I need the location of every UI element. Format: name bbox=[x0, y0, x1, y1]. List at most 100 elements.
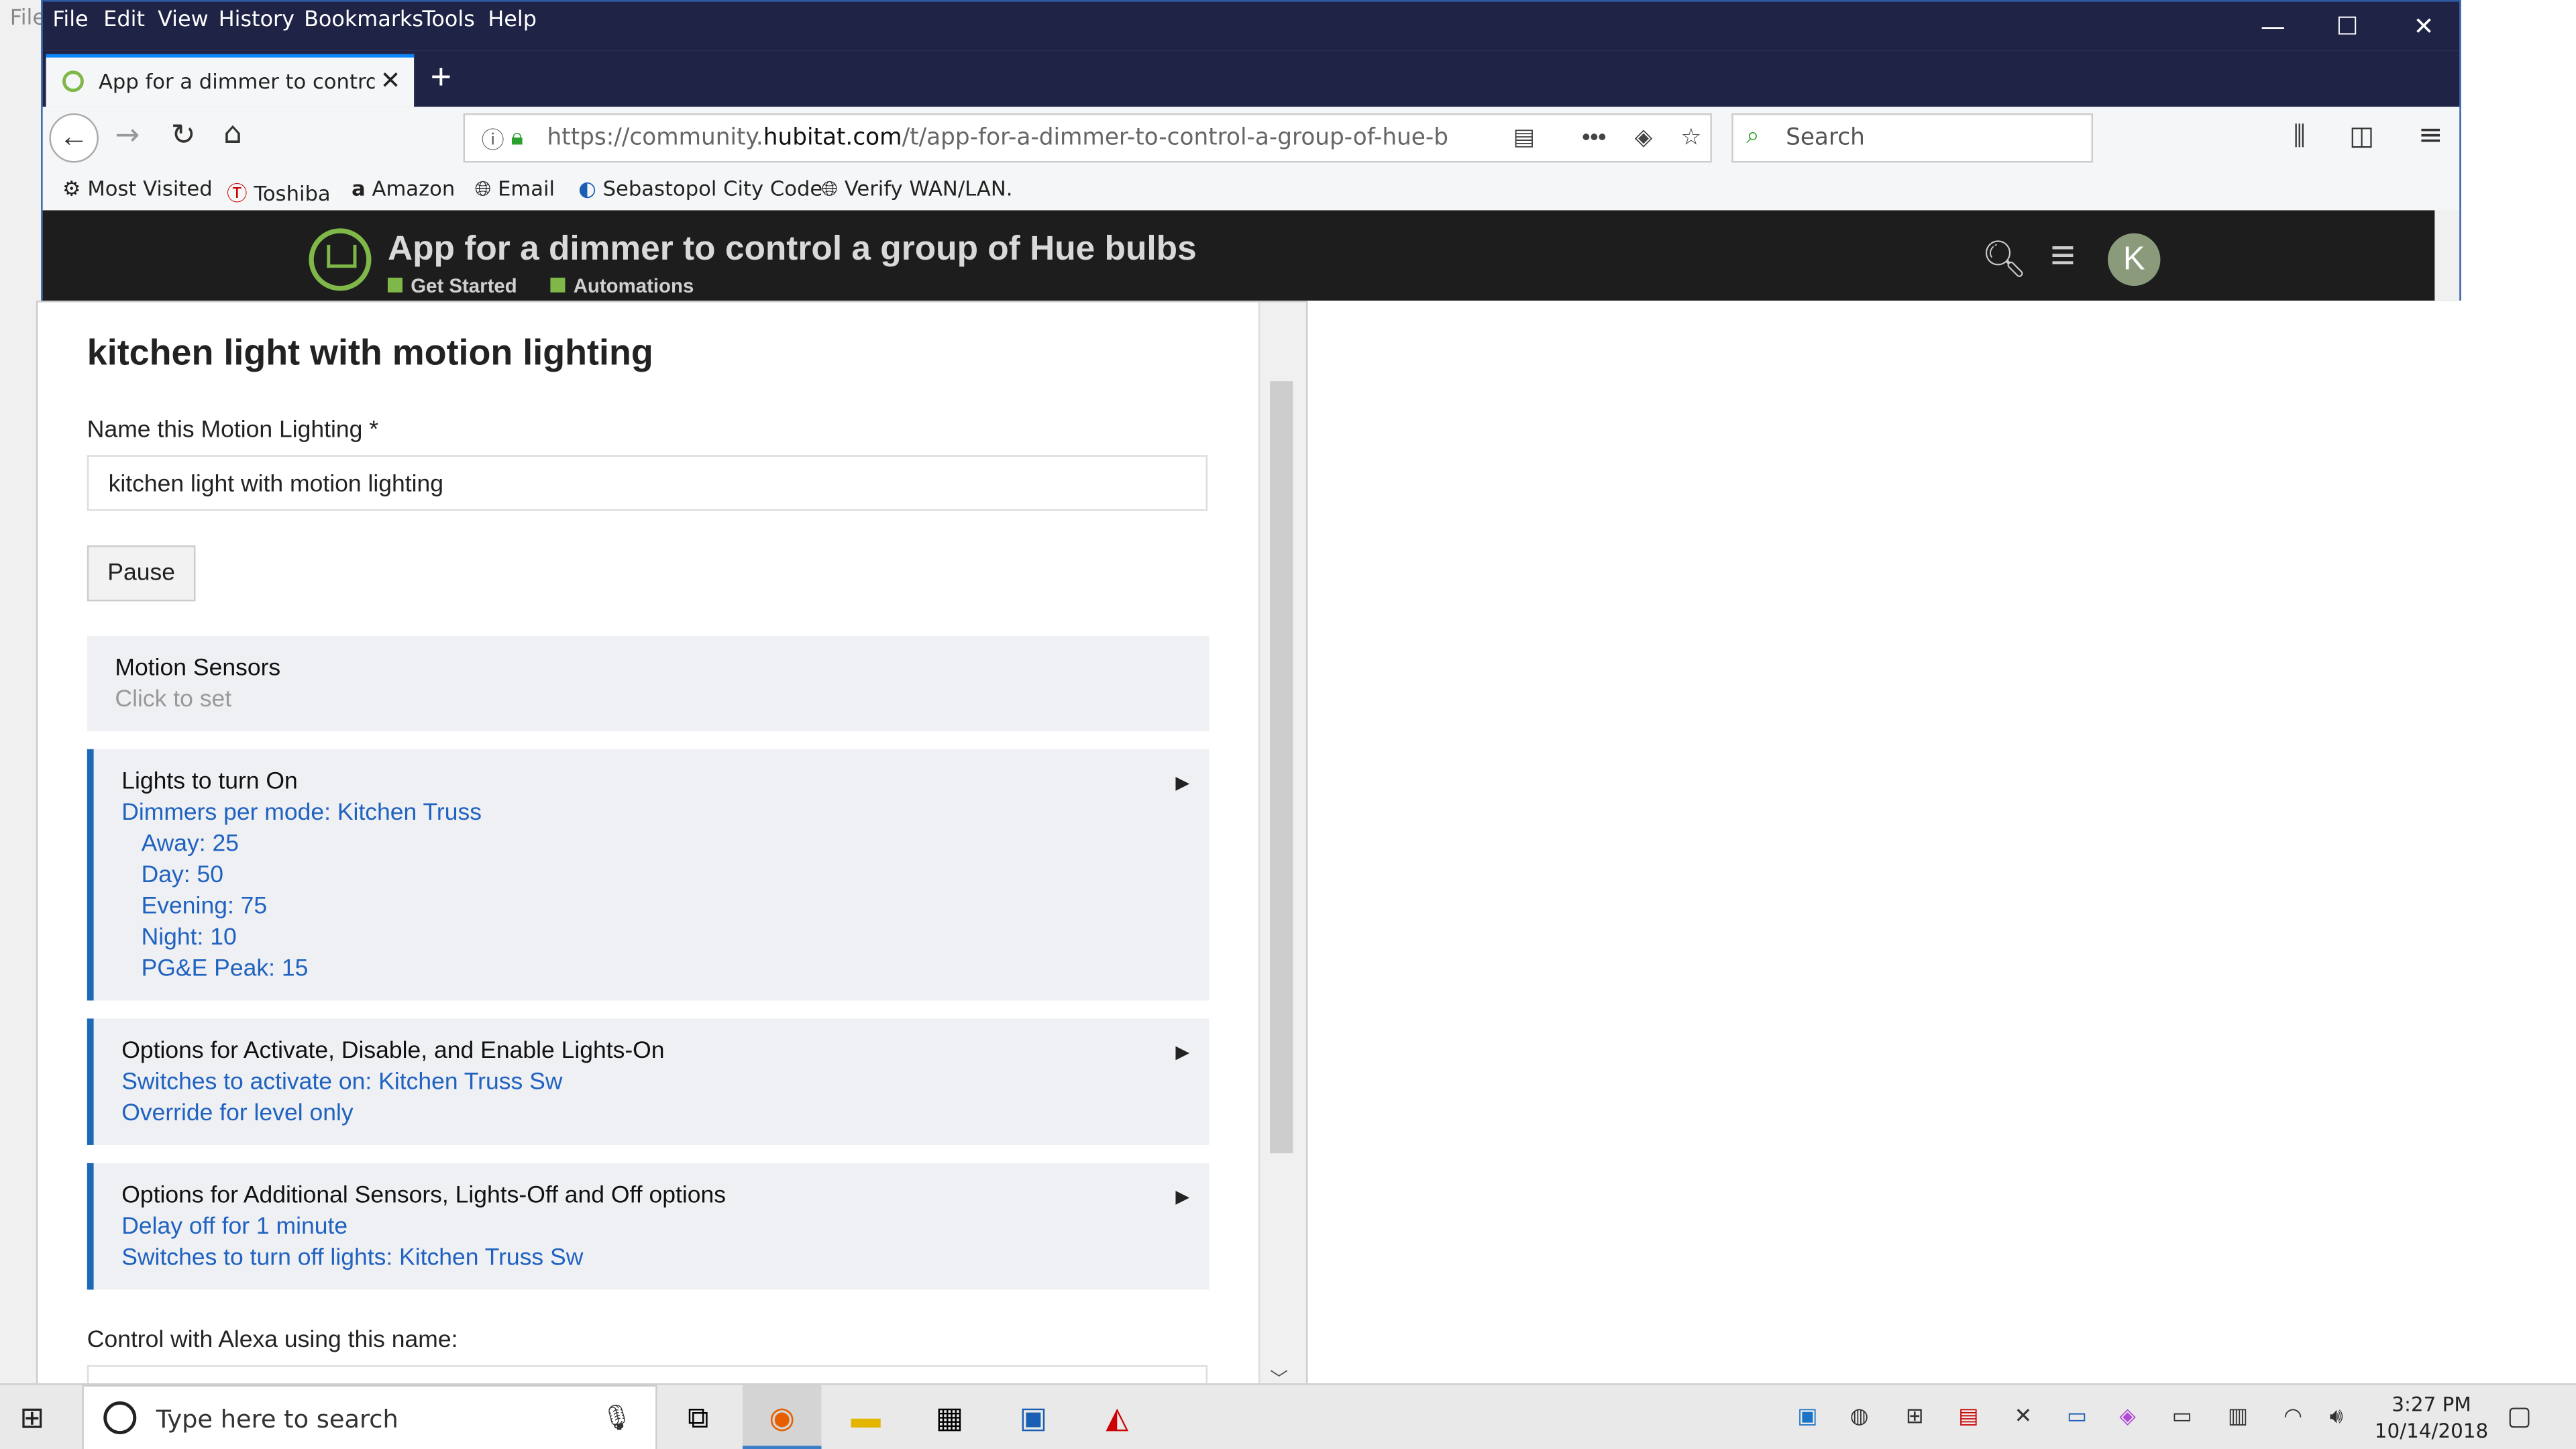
section-lights-to-turn-on[interactable]: Lights to turn On Dimmers per mode: Kitc… bbox=[87, 749, 1210, 1001]
battery-icon[interactable]: ▭ bbox=[2172, 1403, 2192, 1429]
wifi-icon[interactable]: ◠ bbox=[2284, 1403, 2302, 1429]
section-detail: Switches to turn off lights: Kitchen Tru… bbox=[121, 1245, 584, 1272]
navigation-toolbar: ← → ↻ ⌂ ⓘ 🔒︎ https://community.hubitat.c… bbox=[42, 107, 2460, 170]
library-icon[interactable]: ⫼ bbox=[2294, 120, 2306, 153]
info-icon[interactable]: ⓘ bbox=[482, 123, 504, 156]
firefox-icon[interactable]: ◉ bbox=[742, 1385, 822, 1449]
close-window-button[interactable]: ✕ bbox=[2414, 11, 2434, 41]
acrobat-icon[interactable]: ◭ bbox=[1078, 1385, 1157, 1449]
section-detail: Dimmers per mode: Kitchen Truss bbox=[121, 800, 482, 826]
bookmark-toshiba[interactable]: Ⓣ Toshiba bbox=[227, 176, 331, 207]
file-explorer-icon[interactable]: ▬ bbox=[826, 1385, 906, 1449]
bookmark-email[interactable]: 🌐︎ Email bbox=[475, 176, 555, 202]
menu-tools[interactable]: Tools bbox=[422, 8, 474, 33]
pause-button[interactable]: Pause bbox=[87, 545, 196, 602]
tray-color-icon[interactable]: ◈ bbox=[2119, 1403, 2135, 1429]
expand-arrow-icon[interactable]: ▶ bbox=[1175, 772, 1189, 793]
taskbar-clock[interactable]: 3:27 PM 10/14/2018 bbox=[2366, 1391, 2498, 1444]
category-automations[interactable]: Automations bbox=[550, 274, 694, 297]
site-header: App for a dimmer to control a group of H… bbox=[42, 210, 2435, 301]
notifications-icon[interactable]: ▢ bbox=[2507, 1400, 2532, 1433]
user-avatar[interactable]: K bbox=[2108, 233, 2161, 286]
calculator-icon[interactable]: ▦ bbox=[910, 1385, 989, 1449]
section-placeholder: Click to set bbox=[115, 686, 232, 713]
minimize-button[interactable]: — bbox=[2261, 11, 2286, 41]
cortana-icon[interactable] bbox=[103, 1401, 137, 1434]
new-tab-button[interactable]: + bbox=[431, 56, 451, 99]
taskbar-search-placeholder: Type here to search bbox=[156, 1404, 398, 1434]
lock-icon[interactable]: 🔒︎ bbox=[511, 123, 523, 152]
hamburger-menu-icon[interactable]: ≡ bbox=[2050, 230, 2075, 281]
bookmarks-toolbar: ⚙ Most Visited Ⓣ Toshiba a Amazon 🌐︎ Email ◐… bbox=[42, 169, 2460, 211]
category-color-swatch bbox=[387, 277, 403, 292]
url-bar[interactable]: ⓘ 🔒︎ https://community.hubitat.com/t/app… bbox=[463, 113, 1712, 163]
microphone-icon[interactable]: 🎙︎ bbox=[601, 1403, 633, 1433]
bookmark-star-icon[interactable]: ☆ bbox=[1680, 123, 1701, 152]
browser-scrollbar[interactable] bbox=[2434, 210, 2460, 301]
forward-icon[interactable]: → bbox=[115, 118, 140, 152]
maximize-button[interactable]: ☐ bbox=[2336, 11, 2358, 41]
search-placeholder: Search bbox=[1786, 125, 1865, 152]
clock-date: 10/14/2018 bbox=[2374, 1419, 2489, 1443]
mode-level-away: Away: 25 bbox=[141, 831, 239, 858]
sidebar-icon[interactable]: ◫ bbox=[2349, 120, 2374, 152]
section-detail: Delay off for 1 minute bbox=[121, 1214, 348, 1240]
reader-view-icon[interactable]: ▤ bbox=[1513, 123, 1535, 152]
tab-active[interactable]: App for a dimmer to control a group of H… bbox=[46, 54, 415, 107]
task-view-icon[interactable]: ⧉ bbox=[659, 1385, 738, 1449]
category-get-started[interactable]: Get Started bbox=[387, 274, 517, 297]
toshiba-icon: Ⓣ bbox=[226, 180, 248, 206]
menu-file[interactable]: File bbox=[52, 8, 88, 33]
reload-icon[interactable]: ↻ bbox=[171, 118, 196, 152]
menu-bookmarks[interactable]: Bookmarks bbox=[304, 8, 423, 33]
globe-icon: 🌐︎ bbox=[821, 176, 839, 201]
expand-arrow-icon[interactable]: ▶ bbox=[1175, 1042, 1189, 1063]
hubitat-logo-icon[interactable] bbox=[309, 228, 372, 291]
app-settings-window: kitchen light with motion lighting Name … bbox=[36, 301, 1308, 1397]
name-label: Name this Motion Lighting * bbox=[87, 417, 379, 444]
bookmark-verify-wan[interactable]: 🌐︎ Verify WAN/LAN. bbox=[822, 176, 1013, 202]
city-code-icon: ◐ bbox=[578, 176, 596, 201]
page-actions-icon[interactable]: ••• bbox=[1582, 123, 1606, 150]
menu-help[interactable]: Help bbox=[488, 8, 537, 33]
menu-edit[interactable]: Edit bbox=[103, 8, 145, 33]
topic-title[interactable]: App for a dimmer to control a group of H… bbox=[388, 230, 1197, 270]
back-icon[interactable]: ← bbox=[49, 113, 99, 163]
tray-device-icon[interactable]: ▥ bbox=[2228, 1403, 2248, 1429]
search-bar[interactable]: ⌕ Search bbox=[1731, 113, 2094, 163]
scrollbar-thumb[interactable] bbox=[1270, 381, 1293, 1154]
pocket-icon[interactable]: ◈ bbox=[1635, 123, 1652, 152]
hamburger-menu-icon[interactable]: ≡ bbox=[2418, 118, 2443, 152]
section-activate-options[interactable]: Options for Activate, Disable, and Enabl… bbox=[87, 1018, 1210, 1145]
tray-network-app-icon[interactable]: ◍ bbox=[1850, 1403, 1869, 1429]
search-icon[interactable]: 🔍︎ bbox=[1981, 238, 2027, 281]
volume-icon[interactable]: 🔊︎ bbox=[2330, 1403, 2343, 1429]
menu-history[interactable]: History bbox=[219, 8, 294, 33]
menu-view[interactable]: View bbox=[158, 8, 209, 33]
category-color-swatch bbox=[550, 277, 566, 292]
expand-arrow-icon[interactable]: ▶ bbox=[1175, 1186, 1189, 1208]
tray-sync-icon[interactable]: ✕ bbox=[2014, 1403, 2032, 1429]
tray-app-icon[interactable]: ▣ bbox=[1797, 1403, 1817, 1429]
windows-start-icon[interactable]: ⊞ bbox=[19, 1401, 44, 1436]
app-settings-content: kitchen light with motion lighting Name … bbox=[38, 303, 1260, 1395]
home-icon[interactable]: ⌂ bbox=[223, 117, 242, 151]
remote-desktop-icon[interactable]: ▣ bbox=[994, 1385, 1073, 1449]
bookmark-amazon[interactable]: a Amazon bbox=[352, 176, 455, 201]
bookmark-most-visited[interactable]: ⚙ Most Visited bbox=[62, 176, 213, 201]
tab-close-icon[interactable]: ✕ bbox=[380, 66, 401, 95]
tray-security-icon[interactable]: ⊞ bbox=[1906, 1403, 1924, 1429]
bookmark-city-code[interactable]: ◐ Sebastopol City Code bbox=[578, 176, 822, 201]
tray-adobe-icon[interactable]: ▤ bbox=[1958, 1403, 1978, 1429]
taskbar-search-box[interactable]: Type here to search 🎙︎ bbox=[82, 1385, 657, 1449]
section-motion-sensors[interactable]: Motion Sensors Click to set bbox=[87, 635, 1210, 731]
tray-display-icon[interactable]: ▭ bbox=[2067, 1403, 2087, 1429]
section-title: Options for Activate, Disable, and Enabl… bbox=[121, 1038, 665, 1065]
mode-level-evening: Evening: 75 bbox=[141, 894, 268, 920]
url-text[interactable]: https://community.hubitat.com/t/app-for-… bbox=[547, 125, 1448, 151]
section-title: Lights to turn On bbox=[121, 769, 298, 796]
content-scrollbar[interactable]: ﹀ bbox=[1258, 302, 1306, 1395]
name-input[interactable]: kitchen light with motion lighting bbox=[87, 455, 1208, 511]
hubitat-favicon-icon bbox=[62, 70, 84, 93]
section-off-options[interactable]: Options for Additional Sensors, Lights-O… bbox=[87, 1163, 1210, 1290]
